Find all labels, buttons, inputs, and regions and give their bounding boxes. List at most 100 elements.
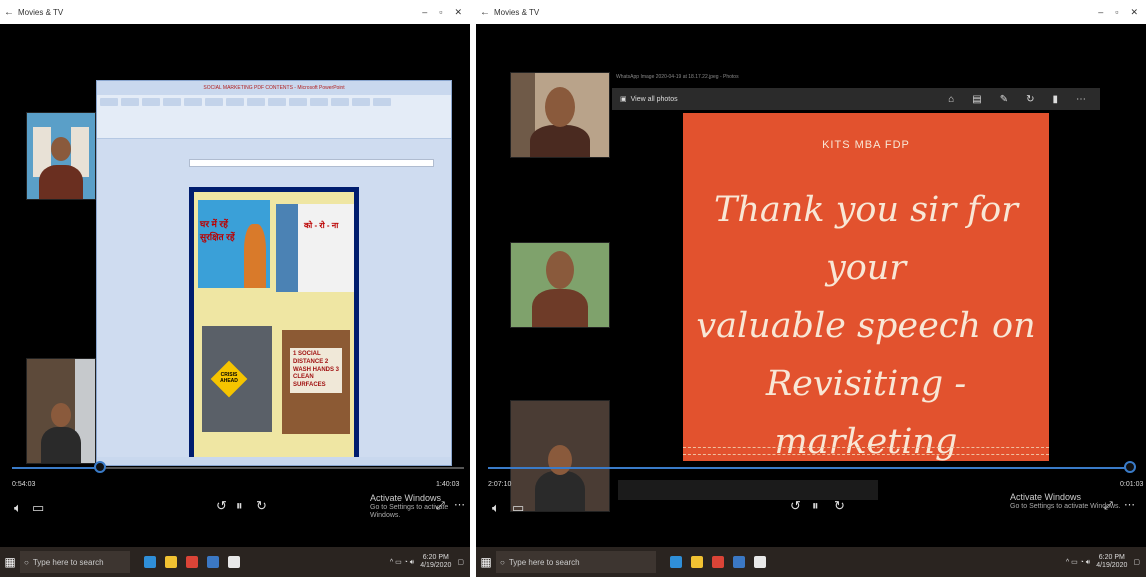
slide-image-stay-home: घर में रहें सुरक्षित रहें [198, 200, 270, 288]
powerpoint-window: SOCIAL MARKETING PDF CONTENTS - Microsof… [96, 80, 452, 466]
taskbar: ▦ ○ Type here to search ^ ▭ ◔ 🔊︎ 6:20 PM… [0, 547, 470, 577]
photos-icon[interactable] [207, 556, 219, 568]
seek-bar[interactable] [488, 467, 1128, 469]
participant-video-2 [510, 242, 610, 328]
participant-video-2 [26, 358, 96, 464]
skip-forward-icon[interactable]: ↻ [834, 498, 845, 514]
movies-tv-icon[interactable] [228, 556, 240, 568]
photos-title: WhatsApp Image 2020-04-19 at 18.17.22.jp… [616, 74, 739, 80]
edge-icon[interactable] [670, 556, 682, 568]
slide-image-corona: को - रो - ना [276, 204, 354, 292]
slide-border-decoration [683, 447, 1049, 455]
close-icon[interactable]: ✕ [1130, 7, 1138, 18]
more-icon[interactable]: ⋯ [1076, 94, 1086, 105]
share-icon[interactable]: ⌂ [948, 94, 954, 105]
search-icon: ○ [24, 557, 29, 567]
maximize-icon[interactable]: ▫ [1115, 7, 1118, 18]
maximize-icon[interactable]: ▫ [439, 7, 442, 18]
minimize-icon[interactable]: – [422, 7, 427, 18]
print-icon[interactable]: ▤ [972, 94, 981, 105]
back-arrow-icon[interactable]: ← [476, 7, 494, 18]
edge-icon[interactable] [144, 556, 156, 568]
ribbon-button[interactable] [184, 98, 202, 106]
ribbon-button[interactable] [352, 98, 370, 106]
file-explorer-icon[interactable] [165, 556, 177, 568]
taskbar-search[interactable]: ○ Type here to search [20, 551, 130, 573]
thank-you-slide: KITS MBA FDP Thank you sir for your valu… [683, 113, 1049, 462]
chrome-icon[interactable] [186, 556, 198, 568]
windows-start-icon[interactable]: ▦ [476, 555, 496, 569]
back-arrow-icon[interactable]: ← [0, 7, 18, 18]
ribbon-button[interactable] [205, 98, 223, 106]
clock[interactable]: 6:20 PM 4/19/2020 [1096, 554, 1127, 571]
movies-tv-window-left: ← Movies & TV – ▫ ✕ SOCIAL MARKETING PDF… [0, 0, 470, 577]
slide-header: KITS MBA FDP [822, 139, 910, 151]
pause-icon[interactable]: ⏸︎ [812, 498, 819, 514]
skip-back-icon[interactable]: ↺ [216, 498, 227, 514]
file-explorer-icon[interactable] [691, 556, 703, 568]
movies-tv-icon[interactable] [754, 556, 766, 568]
taskbar: ▦ ○ Type here to search ^ ▭ ◔ 🔊︎ 6:20 PM… [476, 547, 1146, 577]
notification-icon[interactable]: ▢ [1133, 558, 1140, 566]
gallery-icon: ▣ [620, 96, 627, 103]
notification-icon[interactable]: ▢ [457, 558, 464, 566]
seek-progress [12, 467, 100, 469]
ribbon-button[interactable] [163, 98, 181, 106]
ribbon-button[interactable] [142, 98, 160, 106]
participant-video-1 [510, 72, 610, 158]
ribbon-button[interactable] [331, 98, 349, 106]
window-title: Movies & TV [494, 7, 540, 17]
volume-icon[interactable]: 🔈︎ [492, 500, 500, 516]
tray-icons[interactable]: ^ ▭ ◔ 🔊︎ [390, 558, 414, 567]
seek-handle[interactable] [94, 461, 106, 473]
ribbon-button[interactable] [226, 98, 244, 106]
captions-icon[interactable]: ▭ [512, 500, 524, 516]
delete-icon[interactable]: ▮ [1052, 94, 1058, 105]
slide-line-1: Thank you sir for your [714, 190, 1018, 288]
search-icon: ○ [500, 557, 505, 567]
ribbon [97, 95, 451, 139]
skip-forward-icon[interactable]: ↻ [256, 498, 267, 514]
clock[interactable]: 6:20 PM 4/19/2020 [420, 554, 451, 571]
photos-icon[interactable] [733, 556, 745, 568]
chrome-icon[interactable] [712, 556, 724, 568]
slide-line-2: valuable speech on [696, 306, 1036, 346]
fullscreen-icon[interactable]: ⤢ [436, 500, 445, 513]
ribbon-button[interactable] [310, 98, 328, 106]
volume-icon[interactable]: 🔈︎ [14, 500, 22, 516]
powerpoint-title: SOCIAL MARKETING PDF CONTENTS - Microsof… [97, 81, 451, 95]
fullscreen-icon[interactable]: ⤢ [1104, 500, 1113, 513]
slide-image-social-distance: 1 SOCIAL DISTANCE 2 WASH HANDS 3 CLEAN S… [282, 330, 350, 434]
edit-icon[interactable]: ✎ [1000, 94, 1008, 105]
ribbon-button[interactable] [100, 98, 118, 106]
photos-filmstrip [618, 480, 878, 500]
slide-image-crisis-ahead: CRISIS AHEAD [202, 326, 272, 432]
participant-video-3 [510, 400, 610, 512]
tray-icons[interactable]: ^ ▭ ◔ 🔊︎ [1066, 558, 1090, 567]
ribbon-button[interactable] [247, 98, 265, 106]
ribbon-button[interactable] [268, 98, 286, 106]
more-icon[interactable]: ⋯ [1124, 498, 1135, 511]
ruler [189, 159, 434, 167]
time-elapsed: 0:54:03 [12, 481, 36, 488]
title-bar: ← Movies & TV – ▫ ✕ [0, 0, 470, 24]
seek-handle[interactable] [1124, 461, 1136, 473]
skip-back-icon[interactable]: ↺ [790, 498, 801, 514]
more-icon[interactable]: ⋯ [454, 498, 465, 511]
view-all-photos-button[interactable]: ▣ View all photos [612, 95, 678, 104]
taskbar-search[interactable]: ○ Type here to search [496, 551, 656, 573]
time-elapsed: 2:07:10 [488, 481, 512, 488]
close-icon[interactable]: ✕ [454, 7, 462, 18]
captions-icon[interactable]: ▭ [32, 500, 44, 516]
minimize-icon[interactable]: – [1098, 7, 1103, 18]
ribbon-button[interactable] [121, 98, 139, 106]
ribbon-button[interactable] [373, 98, 391, 106]
photos-toolbar: ▣ View all photos ⌂ ▤ ✎ ↻ ▮ ⋯ [612, 88, 1100, 110]
rotate-icon[interactable]: ↻ [1026, 94, 1034, 105]
time-remaining: 0:01:03 [1120, 481, 1144, 488]
windows-start-icon[interactable]: ▦ [0, 555, 20, 569]
ribbon-button[interactable] [289, 98, 307, 106]
pause-icon[interactable]: ⏸︎ [236, 498, 243, 514]
time-remaining: 1:40:03 [436, 481, 460, 488]
participant-video-1 [26, 112, 96, 200]
